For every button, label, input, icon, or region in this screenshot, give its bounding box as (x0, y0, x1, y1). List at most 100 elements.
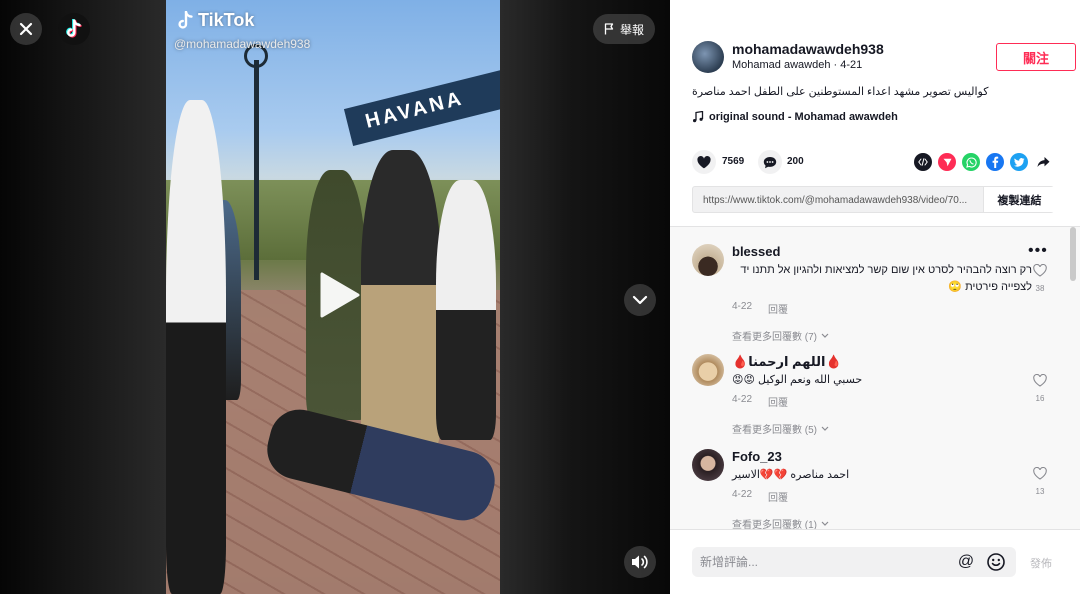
video-scene-person (436, 180, 496, 440)
play-button[interactable] (316, 272, 362, 318)
more-options-icon[interactable]: ••• (1028, 242, 1048, 260)
facebook-icon (992, 156, 999, 168)
watermark-brand: TikTok (198, 10, 255, 30)
chevron-down-icon (632, 295, 648, 305)
details-panel: mohamadawawdeh938 Mohamad awawdeh · 4-21… (670, 0, 1080, 594)
follow-button[interactable]: 關注 (996, 43, 1076, 71)
reply-button[interactable]: 回覆 (768, 394, 788, 409)
video-scene-cameraman (361, 150, 441, 450)
share-arrow-icon (1037, 157, 1049, 167)
comment-author[interactable]: 🩸اللهم ارحمنا🩸 (732, 354, 842, 370)
comment-text: حسبي الله ونعم الوكيل 😡😡 (732, 374, 863, 386)
comment-date: 4-22 (732, 301, 753, 312)
comment-button[interactable] (758, 150, 782, 174)
author-username[interactable]: mohamadawawdeh938 (732, 41, 884, 57)
comment-meta: 4-22 回覆 (732, 394, 788, 409)
reply-button[interactable]: 回覆 (768, 301, 788, 316)
chevron-down-icon (821, 521, 829, 526)
comment-meta: 4-22 回覆 (732, 301, 788, 316)
view-more-replies[interactable]: 查看更多回覆數 (1) (732, 516, 829, 529)
author-display-date: Mohamad awawdeh · 4-21 (732, 59, 863, 71)
comment-avatar[interactable] (692, 449, 724, 481)
embed-icon (918, 158, 928, 166)
video-scene-banner: HAVANA (343, 68, 500, 146)
whatsapp-share-button[interactable] (962, 153, 980, 171)
speaker-icon (632, 555, 648, 569)
comment-like-count: 38 (1035, 284, 1045, 293)
video-scene-person-foreground (166, 100, 226, 594)
whatsapp-icon (965, 156, 977, 168)
view-more-replies[interactable]: 查看更多回覆數 (7) (732, 328, 829, 343)
embed-button[interactable] (914, 153, 932, 171)
view-more-replies[interactable]: 查看更多回覆數 (5) (732, 421, 829, 436)
music-title: original sound - Mohamad awawdeh (709, 111, 898, 123)
comment-date: 4-22 (732, 489, 753, 500)
report-label: 舉報 (619, 22, 644, 37)
tiktok-watermark: TikTok (176, 10, 254, 31)
post-comment-button[interactable]: 發佈 (1030, 555, 1052, 571)
facebook-share-button[interactable] (986, 153, 1004, 171)
comment-icon (763, 156, 777, 168)
comment-author[interactable]: blessed (732, 244, 780, 259)
heart-outline-icon (1033, 263, 1047, 277)
engagement-bar: 7569 200 (692, 150, 1062, 174)
comment-like-count: 16 (1035, 394, 1045, 403)
tiktok-note-icon (178, 10, 193, 29)
close-icon (19, 22, 33, 36)
play-icon (320, 272, 360, 318)
comment-input[interactable] (700, 553, 950, 571)
send-icon (943, 158, 951, 166)
comment-list[interactable]: blessed ••• רק רוצה להבהיר לסרט אין שום … (670, 227, 1080, 529)
copy-link-button[interactable]: 複製連結 (983, 187, 1055, 212)
view-more-replies-label: 查看更多回覆數 (5) (732, 425, 817, 436)
music-info[interactable]: original sound - Mohamad awawdeh (692, 111, 898, 123)
video-caption: كواليس تصوير مشهد اعداء المستوطنين على ا… (692, 86, 989, 98)
comment-text: רק רוצה להבהיר לסרט אין שום קשר למציאות … (740, 264, 1032, 293)
comment-count: 200 (787, 156, 804, 167)
reply-button[interactable]: 回覆 (768, 489, 788, 504)
comment-composer: @ 發佈 (670, 529, 1080, 594)
comment-like[interactable]: 38 (1030, 263, 1050, 293)
comment-date: 4-22 (732, 394, 753, 405)
volume-button[interactable] (624, 546, 656, 578)
heart-outline-icon (1033, 466, 1047, 480)
send-to-friends-button[interactable] (938, 153, 956, 171)
chevron-down-icon (821, 426, 829, 431)
tiktok-logo[interactable] (58, 13, 90, 45)
comment-scrollbar[interactable] (1070, 227, 1076, 281)
video-link-box: https://www.tiktok.com/@mohamadawawdeh93… (692, 186, 1055, 213)
comment-input-box: @ (692, 547, 1016, 577)
comment-like-count: 13 (1035, 487, 1045, 496)
video-scene-lamppost (254, 60, 259, 280)
comment-avatar[interactable] (692, 354, 724, 386)
view-more-replies-label: 查看更多回覆數 (1) (732, 520, 817, 529)
author-avatar[interactable] (692, 41, 724, 73)
comment-text: احمد مناصره 💔💔الاسير (732, 469, 850, 481)
mention-icon[interactable]: @ (956, 552, 976, 572)
chevron-down-icon (821, 333, 829, 338)
video-link-url[interactable]: https://www.tiktok.com/@mohamadawawdeh93… (703, 195, 981, 206)
music-note-icon (693, 111, 704, 123)
author-info: mohamadawawdeh938 Mohamad awawdeh · 4-21… (692, 40, 1076, 74)
twitter-icon (1013, 157, 1025, 167)
blurred-background-left (0, 0, 166, 594)
view-more-replies-label: 查看更多回覆數 (7) (732, 332, 817, 343)
watermark-username: @mohamadawawdeh938 (174, 37, 311, 51)
comment-like[interactable]: 16 (1030, 373, 1050, 403)
twitter-share-button[interactable] (1010, 153, 1028, 171)
like-button[interactable] (692, 150, 716, 174)
more-share-button[interactable] (1034, 153, 1052, 171)
comment-author[interactable]: Fofo_23 (732, 449, 782, 464)
next-video-button[interactable] (624, 284, 656, 316)
close-button[interactable] (10, 13, 42, 45)
emoji-icon[interactable] (986, 552, 1006, 572)
like-count: 7569 (722, 156, 745, 167)
tiktok-logo-icon (66, 19, 82, 38)
comment-avatar[interactable] (692, 244, 724, 276)
comment-like[interactable]: 13 (1030, 466, 1050, 496)
video-stage: HAVANA TikTok @mohamadawawdeh938 舉報 (0, 0, 670, 594)
flag-icon (604, 23, 614, 35)
heart-outline-icon (1033, 373, 1047, 387)
heart-icon (697, 155, 711, 168)
report-button[interactable]: 舉報 (593, 14, 655, 44)
